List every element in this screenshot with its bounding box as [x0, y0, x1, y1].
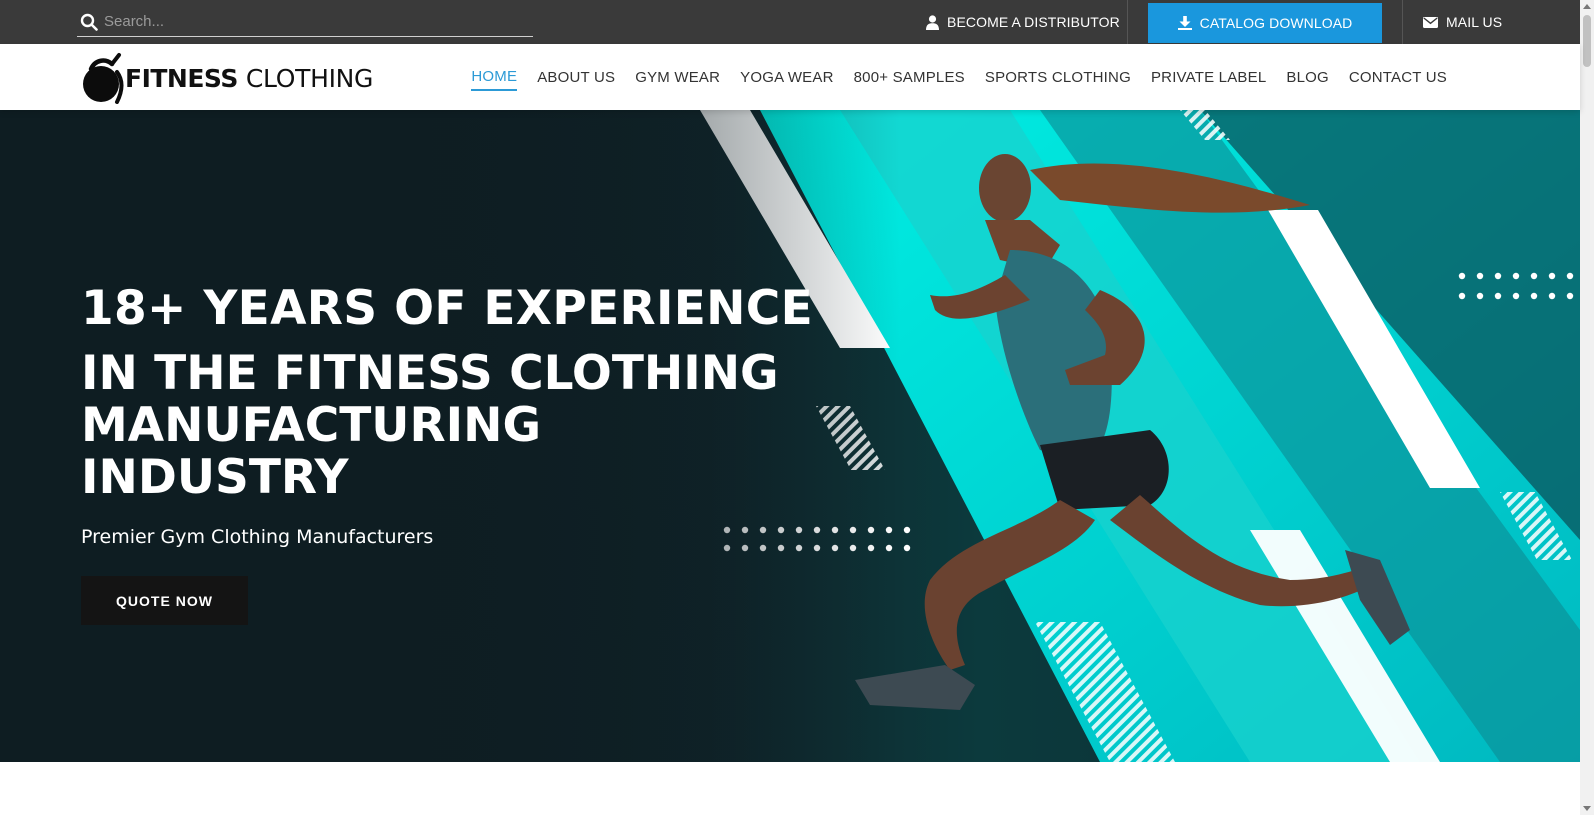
hero-headline-secondary: IN THE FITNESS CLOTHING MANUFACTURING IN…: [81, 346, 779, 505]
nav-item-blog[interactable]: BLOG: [1286, 65, 1328, 90]
mail-us-link[interactable]: MAIL US: [1423, 0, 1502, 44]
topbar-divider: [1127, 0, 1128, 44]
logo-text-regular: CLOTHING: [245, 63, 374, 93]
scroll-up-icon[interactable]: [1583, 4, 1591, 9]
scrollbar-thumb[interactable]: [1583, 15, 1591, 67]
nav-item-contact-us[interactable]: CONTACT US: [1349, 65, 1447, 90]
hero-subheadline: Premier Gym Clothing Manufacturers: [81, 526, 434, 548]
site-header: FITNESS CLOTHING HOME ABOUT US GYM WEAR …: [0, 44, 1580, 110]
nav-item-about-us[interactable]: ABOUT US: [537, 65, 615, 90]
nav-item-yoga-wear[interactable]: YOGA WEAR: [740, 65, 834, 90]
nav-item-sports-clothing[interactable]: SPORTS CLOTHING: [985, 65, 1131, 90]
logo-text-bold: FITNESS: [125, 63, 238, 93]
download-icon: [1177, 16, 1192, 30]
nav-item-home[interactable]: HOME: [471, 64, 518, 91]
become-distributor-link[interactable]: BECOME A DISTRIBUTOR: [926, 0, 1120, 44]
hero-headline-primary: 18+ YEARS OF EXPERIENCE: [81, 281, 814, 336]
runner-logo-icon: [83, 53, 124, 104]
quote-now-button[interactable]: QUOTE NOW: [81, 576, 248, 625]
catalog-download-button[interactable]: CATALOG DOWNLOAD: [1148, 3, 1382, 43]
search-input[interactable]: [104, 8, 524, 34]
topbar-divider: [1402, 0, 1403, 44]
hero-banner: 18+ YEARS OF EXPERIENCE IN THE FITNESS C…: [0, 110, 1580, 762]
search-box: [77, 6, 533, 37]
main-navigation: HOME ABOUT US GYM WEAR YOGA WEAR 800+ SA…: [471, 44, 1447, 110]
nav-item-private-label[interactable]: PRIVATE LABEL: [1151, 65, 1266, 90]
hero-content: 18+ YEARS OF EXPERIENCE IN THE FITNESS C…: [81, 280, 813, 625]
site-logo[interactable]: FITNESS CLOTHING: [81, 52, 373, 104]
search-icon[interactable]: [80, 13, 98, 31]
scroll-down-icon[interactable]: [1583, 806, 1591, 811]
page-scrollbar[interactable]: [1580, 0, 1594, 815]
user-icon: [926, 14, 939, 30]
catalog-download-label: CATALOG DOWNLOAD: [1199, 15, 1353, 31]
envelope-icon: [1423, 16, 1438, 28]
mail-us-label: MAIL US: [1446, 14, 1503, 30]
top-utility-bar: BECOME A DISTRIBUTOR CATALOG DOWNLOAD MA…: [0, 0, 1580, 44]
nav-item-gym-wear[interactable]: GYM WEAR: [635, 65, 720, 90]
nav-item-samples[interactable]: 800+ SAMPLES: [854, 65, 965, 90]
become-distributor-label: BECOME A DISTRIBUTOR: [947, 14, 1120, 30]
